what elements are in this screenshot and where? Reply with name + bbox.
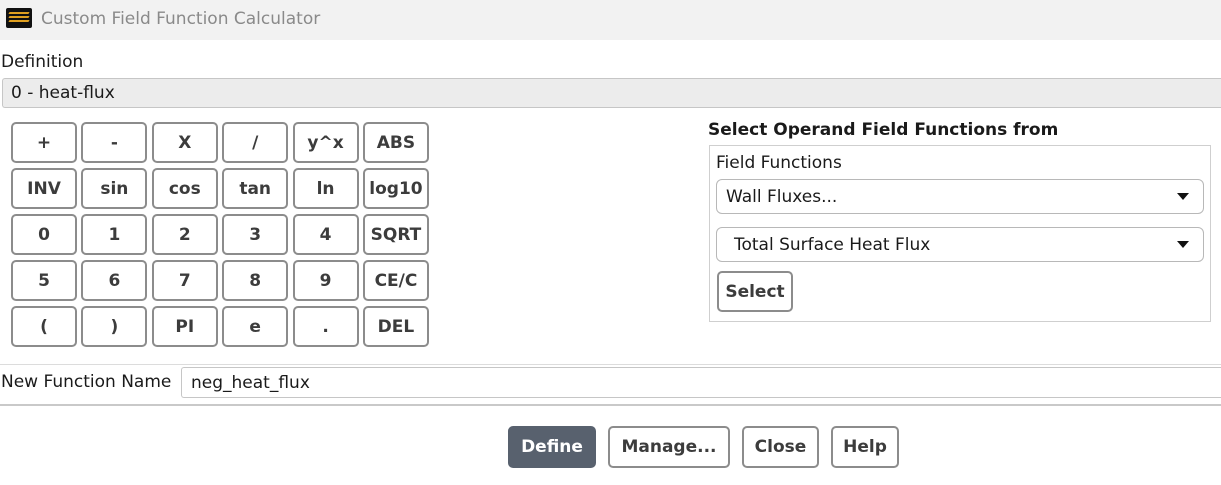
define-button[interactable]: Define	[508, 426, 596, 468]
new-function-name-label: New Function Name	[1, 372, 172, 392]
key-plus[interactable]: +	[11, 122, 77, 163]
key-log10[interactable]: log10	[362, 168, 429, 209]
field-category-dropdown[interactable]: Wall Fluxes...	[716, 179, 1204, 214]
key-e[interactable]: e	[222, 306, 289, 347]
new-function-name-input[interactable]	[181, 367, 1221, 398]
manage-button[interactable]: Manage...	[608, 426, 730, 468]
key-7[interactable]: 7	[151, 260, 218, 301]
field-category-value: Wall Fluxes...	[726, 186, 838, 207]
key-0[interactable]: 0	[11, 214, 77, 255]
key-minus[interactable]: -	[81, 122, 148, 163]
window-title: Custom Field Function Calculator	[41, 9, 321, 29]
chevron-down-icon	[1177, 241, 1189, 248]
key-cos[interactable]: cos	[151, 168, 218, 209]
divider	[0, 404, 1221, 406]
key-tan[interactable]: tan	[222, 168, 289, 209]
field-functions-label: Field Functions	[716, 153, 842, 173]
key-2[interactable]: 2	[151, 214, 218, 255]
select-button[interactable]: Select	[717, 271, 793, 312]
fluent-app-icon	[6, 8, 32, 28]
key-1[interactable]: 1	[81, 214, 148, 255]
key-8[interactable]: 8	[222, 260, 289, 301]
key-5[interactable]: 5	[11, 260, 77, 301]
key-9[interactable]: 9	[292, 260, 359, 301]
key-inv[interactable]: INV	[11, 168, 77, 209]
operand-section-title: Select Operand Field Functions from	[708, 120, 1059, 140]
key-decimal[interactable]: .	[292, 306, 359, 347]
key-abs[interactable]: ABS	[362, 122, 429, 163]
key-power[interactable]: y^x	[292, 122, 359, 163]
key-clear[interactable]: CE/C	[362, 260, 429, 301]
chevron-down-icon	[1177, 193, 1189, 200]
key-ln[interactable]: ln	[292, 168, 359, 209]
key-open-paren[interactable]: (	[11, 306, 77, 347]
divider	[0, 364, 1221, 365]
field-function-value: Total Surface Heat Flux	[734, 234, 931, 255]
key-sin[interactable]: sin	[81, 168, 148, 209]
title-bar: Custom Field Function Calculator	[0, 0, 1221, 40]
definition-label: Definition	[1, 52, 84, 72]
field-function-dropdown[interactable]: Total Surface Heat Flux	[716, 227, 1204, 262]
key-sqrt[interactable]: SQRT	[362, 214, 429, 255]
key-4[interactable]: 4	[292, 214, 359, 255]
help-button[interactable]: Help	[831, 426, 899, 468]
key-close-paren[interactable]: )	[81, 306, 148, 347]
close-button[interactable]: Close	[742, 426, 819, 468]
key-3[interactable]: 3	[222, 214, 289, 255]
key-divide[interactable]: /	[222, 122, 289, 163]
key-delete[interactable]: DEL	[362, 306, 429, 347]
definition-field[interactable]: 0 - heat-flux	[2, 78, 1221, 108]
calculator-keypad: + - X / y^x ABS INV sin cos tan ln log10…	[11, 122, 429, 347]
key-pi[interactable]: PI	[151, 306, 218, 347]
key-multiply[interactable]: X	[151, 122, 218, 163]
key-6[interactable]: 6	[81, 260, 148, 301]
